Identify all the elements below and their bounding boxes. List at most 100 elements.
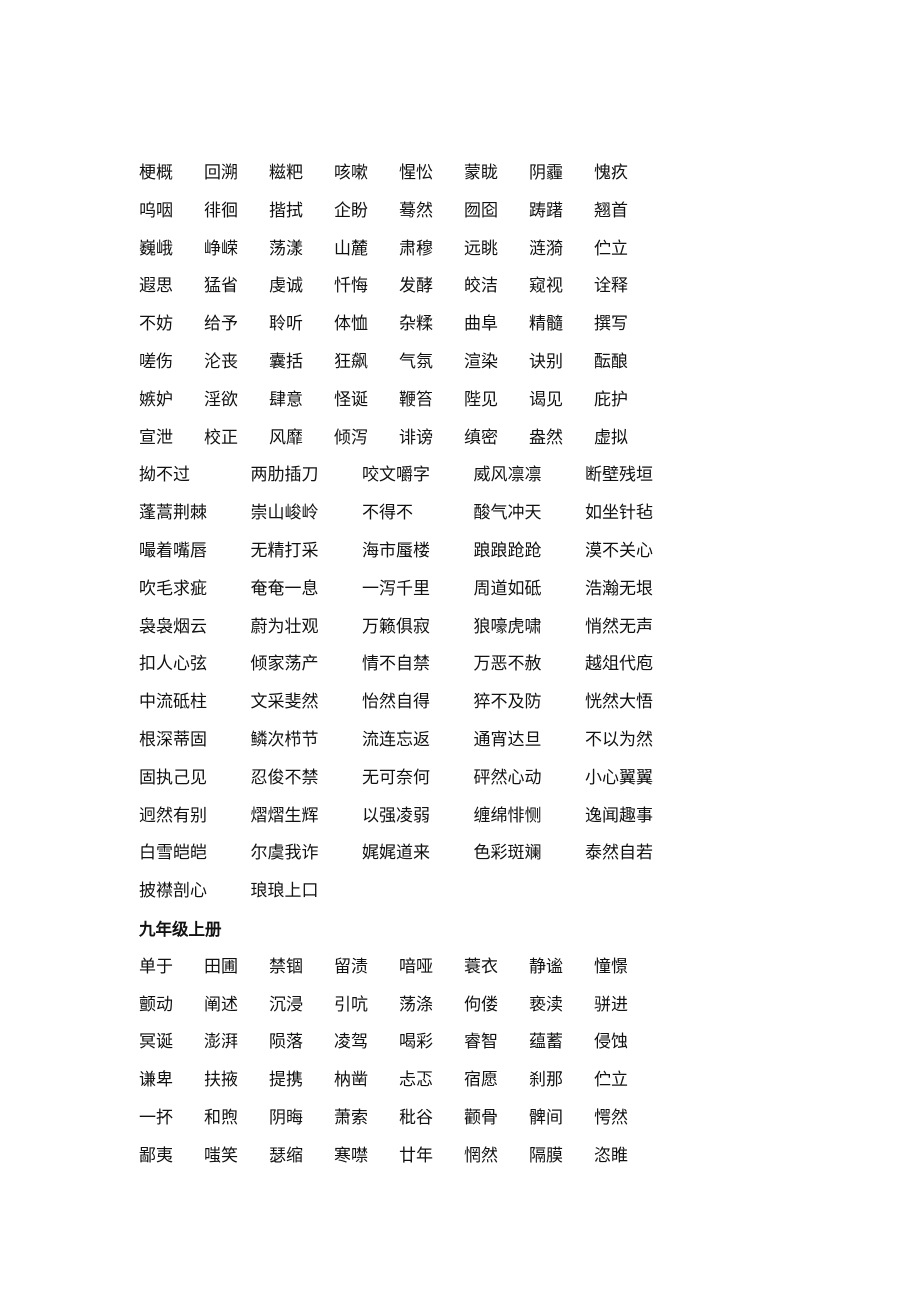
vocab-word: 如坐针毡 xyxy=(585,503,653,524)
vocab-word: 瑟缩 xyxy=(269,1145,303,1166)
vocab-word: 白雪皑皑 xyxy=(139,843,207,864)
vocab-word: 侵蚀 xyxy=(594,1032,628,1053)
vocab-word: 万恶不赦 xyxy=(473,654,542,675)
vocab-word: 一抔 xyxy=(139,1107,173,1128)
vocab-word: 缠绵悱恻 xyxy=(473,805,542,826)
vocab-word: 尔虞我诈 xyxy=(250,843,319,864)
vocab-word: 恍然大悟 xyxy=(585,692,653,713)
vocab-word: 静谧 xyxy=(529,956,563,977)
vocab-word: 忏悔 xyxy=(334,276,368,297)
vocab-word: 提携 xyxy=(269,1070,303,1091)
vocab-word: 曲阜 xyxy=(464,314,498,335)
vocab-word: 肆意 xyxy=(269,389,303,410)
vocab-word: 漠不关心 xyxy=(585,540,653,561)
word-row: 拗不过 两肋插刀 咬文嚼字 威风凛凛 断壁残垣 xyxy=(139,457,819,495)
vocab-word: 踌躇 xyxy=(529,200,563,221)
vocab-word: 诽谤 xyxy=(399,427,433,448)
vocab-word: 体恤 xyxy=(334,314,368,335)
vocab-word: 荡漾 xyxy=(269,238,303,259)
vocab-word: 泰然自若 xyxy=(585,843,653,864)
vocab-word: 阐述 xyxy=(204,994,238,1015)
vocab-word: 淫欲 xyxy=(204,389,238,410)
vocab-word: 聆听 xyxy=(269,314,303,335)
word-row: 中流砥柱 文采斐然 怡然自得 猝不及防 恍然大悟 xyxy=(139,684,819,722)
vocab-word: 固执己见 xyxy=(139,767,207,788)
vocab-word: 小心翼翼 xyxy=(585,767,653,788)
vocab-word: 皎洁 xyxy=(464,276,498,297)
vocab-word: 骈进 xyxy=(594,994,628,1015)
vocab-word: 一泻千里 xyxy=(362,578,430,599)
vocab-word: 诀别 xyxy=(529,351,563,372)
vocab-word: 诠释 xyxy=(594,276,628,297)
vocab-word: 隔膜 xyxy=(529,1145,563,1166)
vocab-word: 断壁残垣 xyxy=(585,465,653,486)
vocab-word: 宿愿 xyxy=(464,1070,498,1091)
vocab-word: 蓑衣 xyxy=(464,956,498,977)
vocab-word: 蒙眬 xyxy=(464,163,498,183)
vocab-word: 睿智 xyxy=(464,1032,498,1053)
vocab-word: 萧索 xyxy=(334,1107,368,1128)
word-row: 固执己见 忍俊不禁 无可奈何 砰然心动 小心翼翼 xyxy=(139,760,819,798)
vocab-word: 澎湃 xyxy=(204,1032,238,1053)
word-row: 扣人心弦 倾家荡产 情不自禁 万恶不赦 越俎代庖 xyxy=(139,646,819,684)
vocab-word: 悄然无声 xyxy=(585,616,653,637)
vocab-word: 揩拭 xyxy=(269,200,303,221)
vocab-word: 咳嗽 xyxy=(334,163,368,183)
vocab-word: 伫立 xyxy=(594,238,628,259)
vocab-word: 情不自禁 xyxy=(362,654,430,675)
vocab-word: 嗤笑 xyxy=(204,1145,238,1166)
vocab-word: 徘徊 xyxy=(204,200,238,221)
vocab-word: 倾泻 xyxy=(334,427,368,448)
vocab-word: 精髓 xyxy=(529,314,563,335)
vocab-word: 吹毛求疵 xyxy=(139,578,207,599)
word-row: 蓬蒿荆棘 崇山峻岭 不得不 酸气冲天 如坐针毡 xyxy=(139,495,819,533)
vocab-word: 伫立 xyxy=(594,1070,628,1091)
vocab-word: 忍俊不禁 xyxy=(250,767,319,788)
vocab-word: 狂飙 xyxy=(334,351,368,372)
vocab-word: 引吭 xyxy=(334,994,368,1015)
word-row: 宣泄 校正 风靡 倾泻 诽谤 缜密 盎然 虚拟 xyxy=(139,420,819,458)
vocab-word: 猛省 xyxy=(204,276,238,297)
vocab-word: 越俎代庖 xyxy=(585,654,653,675)
vocab-word: 鳞次栉节 xyxy=(250,729,319,750)
vocab-word: 远眺 xyxy=(464,238,498,259)
vocab-word: 忐忑 xyxy=(399,1070,433,1091)
word-row: 遐思 猛省 虔诚 忏悔 发酵 皎洁 窥视 诠释 xyxy=(139,268,819,306)
vocab-word: 浩瀚无垠 xyxy=(585,578,653,599)
vocab-word: 扶掖 xyxy=(204,1070,238,1091)
vocab-word: 刹那 xyxy=(529,1070,563,1091)
vocab-word: 愧疚 xyxy=(594,163,628,183)
vocab-word: 娓娓道来 xyxy=(362,843,430,864)
vocab-word: 扣人心弦 xyxy=(139,654,207,675)
word-row: 巍峨 峥嵘 荡漾 山麓 肃穆 远眺 涟漪 伫立 xyxy=(139,231,819,269)
word-row: 迥然有别 熠熠生辉 以强凌弱 缠绵悱恻 逸闻趣事 xyxy=(139,798,819,836)
vocab-word: 陛见 xyxy=(464,389,498,410)
vocab-word: 亵渎 xyxy=(529,994,563,1015)
word-row: 一抔 和煦 阴晦 萧索 秕谷 颧骨 髀间 愕然 xyxy=(139,1100,819,1138)
vocab-word: 琅琅上口 xyxy=(250,881,319,902)
vocab-word: 和煦 xyxy=(204,1107,238,1128)
vocab-word: 不以为然 xyxy=(585,729,653,750)
vocab-word: 以强凌弱 xyxy=(362,805,430,826)
word-row: 单于 田圃 禁锢 留渍 喑哑 蓑衣 静谧 憧憬 xyxy=(139,949,819,987)
vocab-word: 荡涤 xyxy=(399,994,433,1015)
vocab-word: 熠熠生辉 xyxy=(250,805,319,826)
word-row: 鄙夷 嗤笑 瑟缩 寒噤 廿年 惘然 隔膜 恣睢 xyxy=(139,1138,819,1176)
vocab-word: 沉浸 xyxy=(269,994,303,1015)
vocab-word: 威风凛凛 xyxy=(473,465,542,486)
vocab-word: 遐思 xyxy=(139,276,173,297)
vocab-word: 巍峨 xyxy=(139,238,173,259)
vocab-word: 两肋插刀 xyxy=(250,465,319,486)
vocab-word: 憧憬 xyxy=(594,956,628,977)
vocab-word: 髀间 xyxy=(529,1107,563,1128)
word-row: 嘬着嘴唇 无精打采 海市蜃楼 踉踉跄跄 漠不关心 xyxy=(139,533,819,571)
vocab-word: 谦卑 xyxy=(139,1070,173,1091)
vocab-word: 冥诞 xyxy=(139,1032,173,1053)
word-row: 不妨 给予 聆听 体恤 杂糅 曲阜 精髓 撰写 xyxy=(139,306,819,344)
word-row: 颤动 阐述 沉浸 引吭 荡涤 佝偻 亵渎 骈进 xyxy=(139,987,819,1025)
vocab-word: 囫囵 xyxy=(464,200,498,221)
vocab-word: 色彩斑斓 xyxy=(473,843,542,864)
vocab-word: 校正 xyxy=(204,427,238,448)
vocab-word: 狼嚎虎啸 xyxy=(473,616,542,637)
word-row: 嗟伤 沦丧 囊括 狂飙 气氛 渲染 诀别 酝酿 xyxy=(139,344,819,382)
